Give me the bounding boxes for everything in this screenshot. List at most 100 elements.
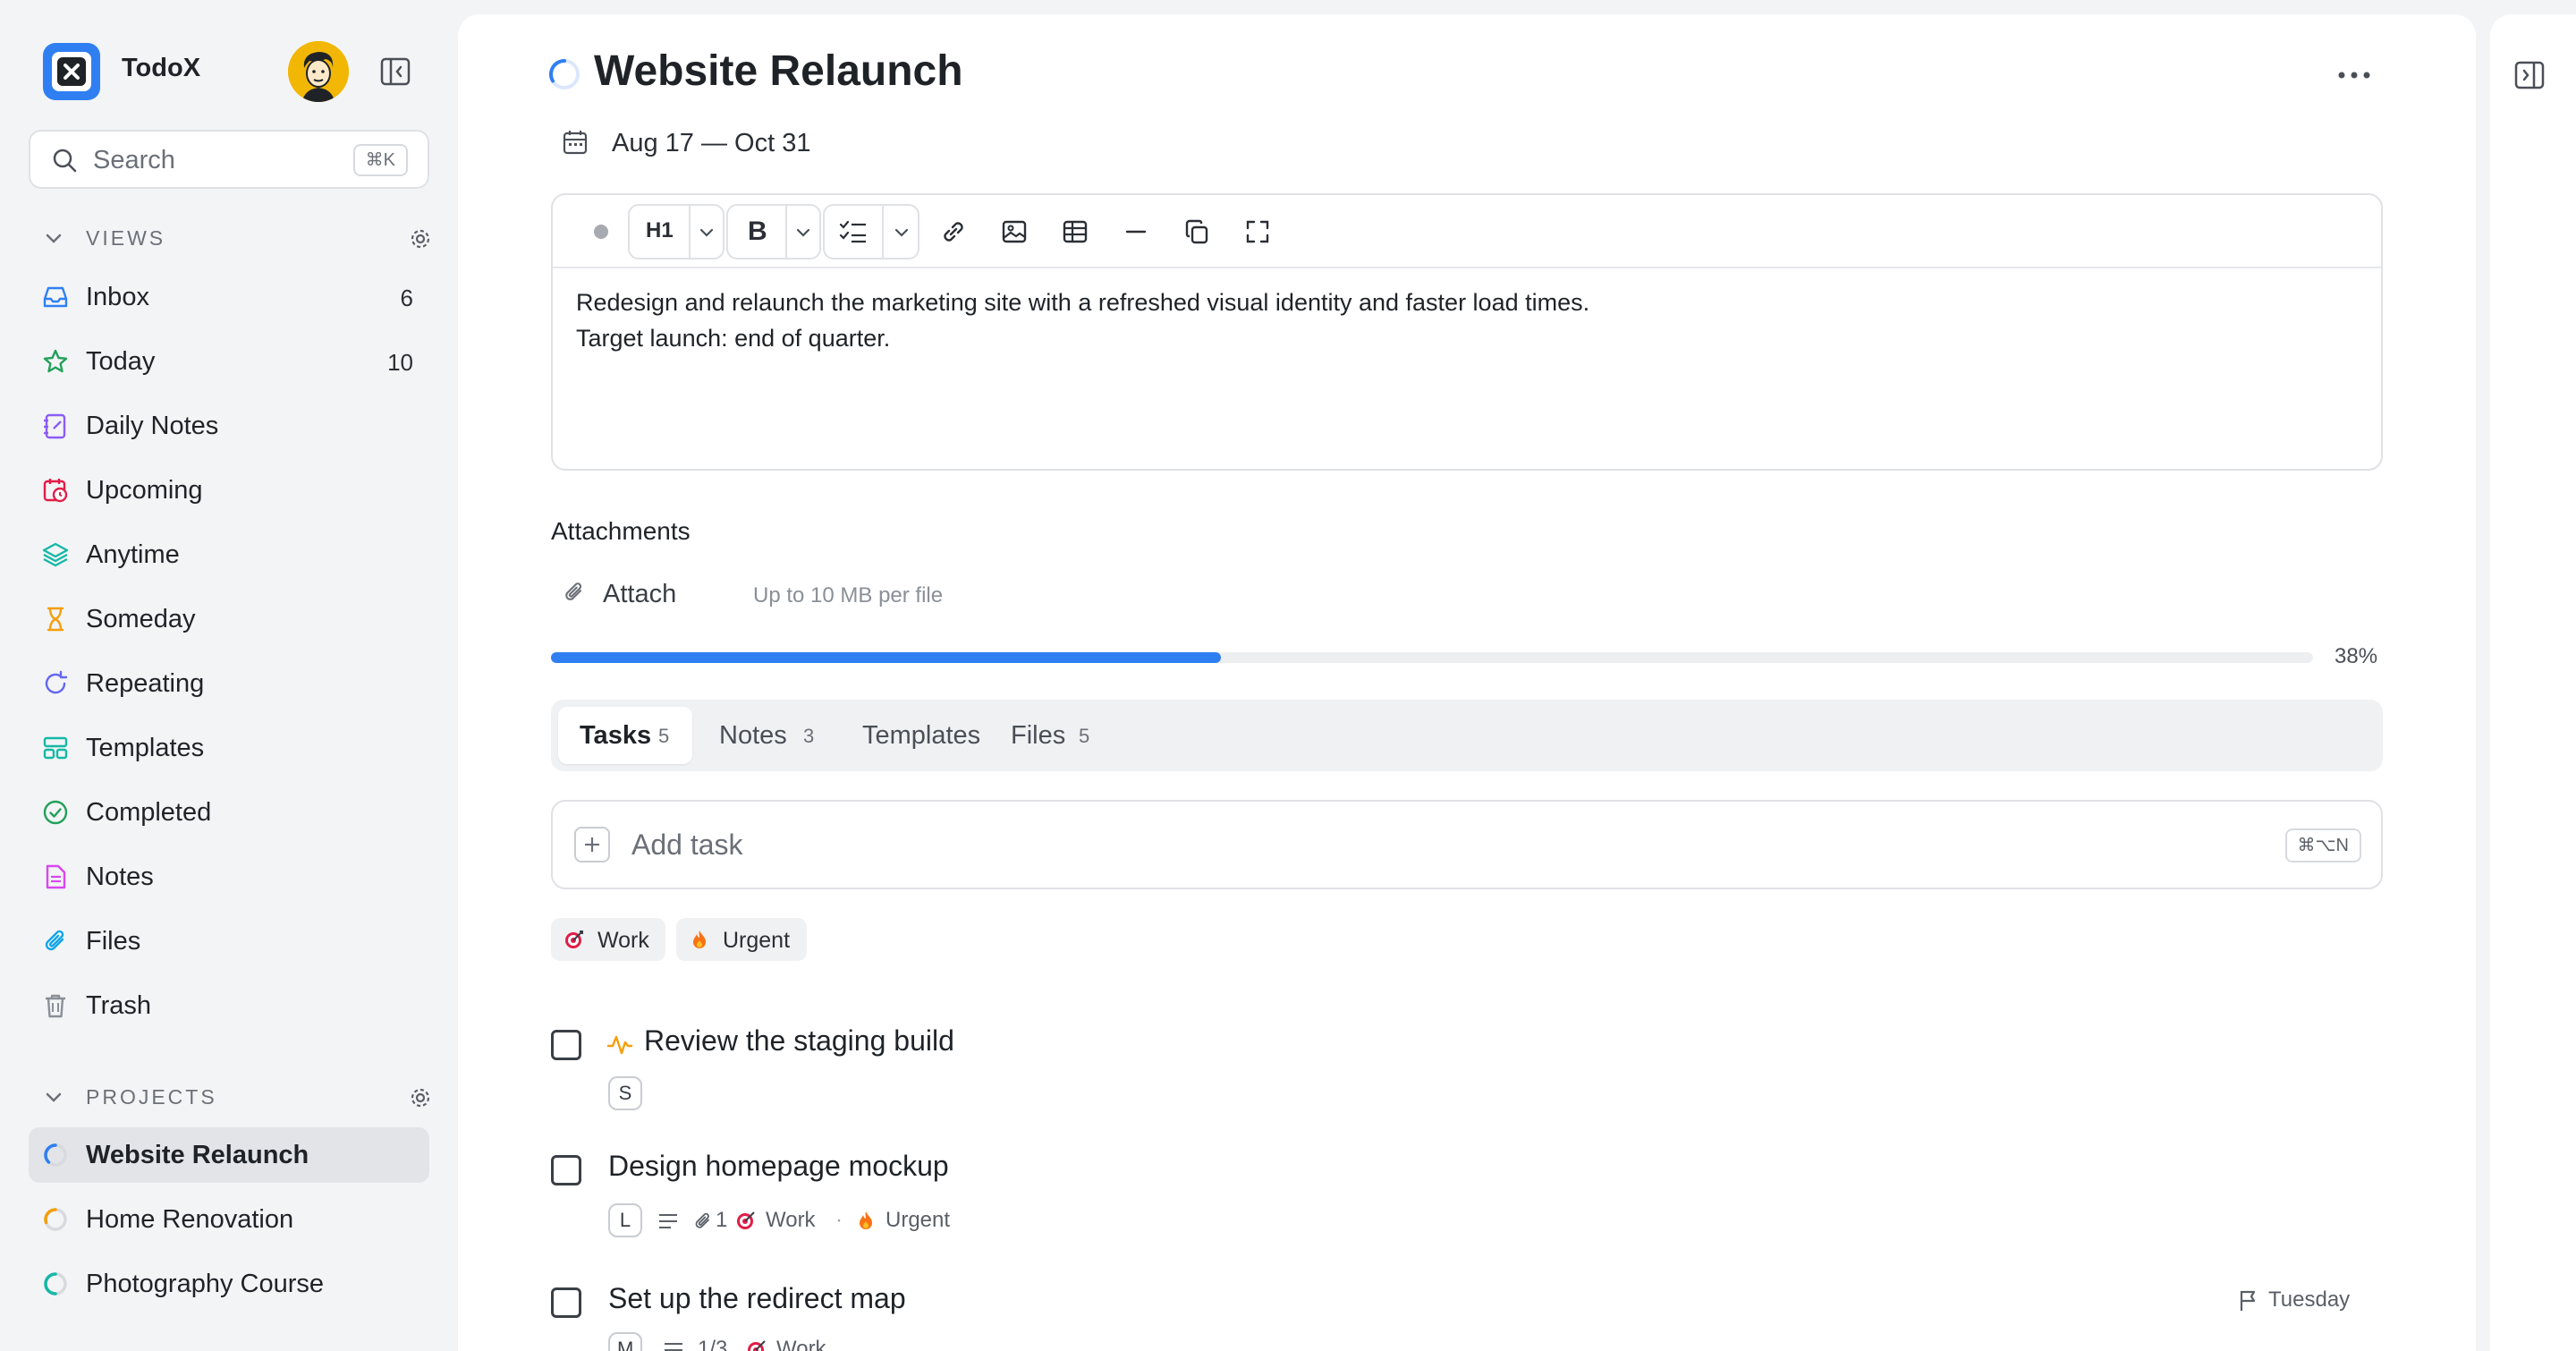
sidebar-item-label: Photography Course (86, 1270, 324, 1298)
sidebar-item-daily-notes[interactable]: Daily Notes (29, 398, 429, 454)
sidebar-item-count: 6 (400, 285, 413, 311)
sidebar-item-today[interactable]: Today 10 (29, 334, 429, 389)
progress-percent: 38% (2334, 644, 2378, 668)
tab-templates[interactable]: Templates (843, 707, 986, 764)
block-type-dot[interactable] (585, 204, 617, 259)
search-input[interactable]: Search ⌘K (29, 130, 429, 189)
checklist-dropdown[interactable] (823, 204, 919, 259)
fire-icon (860, 1211, 872, 1229)
inbox-icon (43, 286, 68, 308)
subtask-progress: 1/3 (698, 1337, 728, 1351)
sidebar-item-anytime[interactable]: Anytime (29, 527, 429, 582)
sidebar-project-photography-course[interactable]: Photography Course (29, 1256, 429, 1312)
attachments-heading: Attachments (551, 517, 691, 545)
sidebar-item-label: Someday (86, 605, 196, 633)
calendar-icon (563, 131, 588, 155)
task-tag: Urgent (886, 1208, 951, 1232)
sidebar-item-inbox[interactable]: Inbox 6 (29, 269, 429, 325)
tab-files[interactable]: Files 5 (993, 707, 1109, 764)
task-tag: Work (776, 1337, 826, 1351)
sidebar-item-files[interactable]: Files (29, 913, 429, 969)
sidebar-item-templates[interactable]: Templates (29, 720, 429, 776)
sidebar-item-repeating[interactable]: Repeating (29, 656, 429, 711)
sidebar-item-someday[interactable]: Someday (29, 591, 429, 647)
task-checkbox[interactable] (551, 1287, 581, 1318)
project-title[interactable]: Website Relaunch (594, 47, 963, 96)
sidebar-project-home-renovation[interactable]: Home Renovation (29, 1192, 429, 1247)
search-placeholder: Search (93, 146, 175, 174)
task-checkbox[interactable] (551, 1030, 581, 1060)
hourglass-icon (47, 607, 64, 632)
search-icon (53, 149, 77, 173)
target-icon (565, 930, 583, 948)
sidebar-item-label: Files (86, 927, 141, 956)
gear-icon[interactable] (408, 226, 433, 251)
notes-lines-icon (659, 1214, 677, 1228)
tab-count: 5 (658, 725, 670, 747)
app-logo (43, 43, 100, 100)
filter-chip-urgent[interactable]: Urgent (676, 918, 807, 961)
sidebar-item-trash[interactable]: Trash (29, 978, 429, 1033)
sidebar-item-label: Completed (86, 798, 212, 827)
sidebar-project-website-relaunch[interactable]: Website Relaunch (29, 1127, 429, 1183)
task-title[interactable]: Review the staging build (644, 1024, 954, 1058)
chip-label: Urgent (723, 928, 791, 953)
sidebar-item-label: Trash (86, 991, 152, 1020)
bold-dropdown[interactable]: B (726, 204, 821, 259)
task-size-badge: S (608, 1076, 642, 1110)
task-title[interactable]: Set up the redirect map (608, 1282, 906, 1315)
views-title: VIEWS (86, 226, 166, 250)
description-editor[interactable]: H1 B Redesign and relaunch the marketing… (551, 193, 2383, 471)
avatar[interactable] (288, 41, 349, 102)
task-title[interactable]: Design homepage mockup (608, 1150, 949, 1183)
tab-label: Tasks (580, 721, 652, 750)
chevron-down-icon (46, 1092, 62, 1102)
heading-dropdown[interactable]: H1 (628, 204, 724, 259)
description-text[interactable]: Redesign and relaunch the marketing site… (576, 285, 1589, 356)
sidebar-item-count: 10 (387, 349, 413, 376)
copy-button[interactable] (1172, 204, 1222, 259)
sidebar-item-label: Upcoming (86, 476, 203, 505)
task-size-badge: L (608, 1203, 642, 1237)
tag-separator: · (835, 1208, 843, 1232)
gear-icon[interactable] (408, 1085, 433, 1110)
sidebar-item-label: Notes (86, 862, 154, 891)
checklist-icon (839, 220, 866, 243)
task-due-date[interactable]: Tuesday (2268, 1287, 2350, 1313)
link-button[interactable] (928, 204, 979, 259)
more-icon (2338, 72, 2370, 79)
progress-ring-icon (44, 1143, 67, 1167)
sidebar-right-icon (2514, 61, 2545, 89)
more-options-button[interactable] (2333, 64, 2376, 86)
table-button[interactable] (1050, 204, 1100, 259)
image-button[interactable] (989, 204, 1039, 259)
tab-notes[interactable]: Notes 3 (699, 707, 834, 764)
chevron-down-icon (46, 234, 62, 243)
add-task-placeholder: Add task (631, 828, 743, 861)
sidebar-item-upcoming[interactable]: Upcoming (29, 463, 429, 518)
expand-icon (1246, 220, 1269, 243)
date-range-text: Aug 17 — Oct 31 (612, 129, 811, 157)
attach-hint: Up to 10 MB per file (753, 583, 944, 608)
heading-label: H1 (646, 218, 674, 242)
image-icon (1002, 220, 1027, 243)
sidebar-item-completed[interactable]: Completed (29, 785, 429, 840)
sidebar-item-label: Repeating (86, 669, 205, 698)
tab-tasks[interactable]: Tasks 5 (558, 707, 692, 764)
target-icon (737, 1211, 755, 1229)
star-icon (43, 349, 68, 373)
toggle-inspector-button[interactable] (2513, 59, 2546, 96)
task-checkbox[interactable] (551, 1155, 581, 1185)
fullscreen-button[interactable] (1233, 204, 1283, 259)
add-task-input[interactable]: Add task ⌘⌥N (551, 800, 2383, 889)
copy-icon (1185, 219, 1208, 244)
collapse-sidebar-button[interactable] (379, 55, 411, 88)
right-rail (2490, 14, 2576, 1351)
sidebar-item-notes[interactable]: Notes (29, 849, 429, 905)
divider-button[interactable] (1111, 204, 1161, 259)
projects-section-header[interactable]: PROJECTS (43, 1082, 433, 1114)
filter-chip-work[interactable]: Work (551, 918, 665, 961)
views-section-header[interactable]: VIEWS (43, 223, 433, 255)
progress-ring-icon (44, 1208, 67, 1231)
sidebar-item-label: Home Renovation (86, 1205, 294, 1234)
